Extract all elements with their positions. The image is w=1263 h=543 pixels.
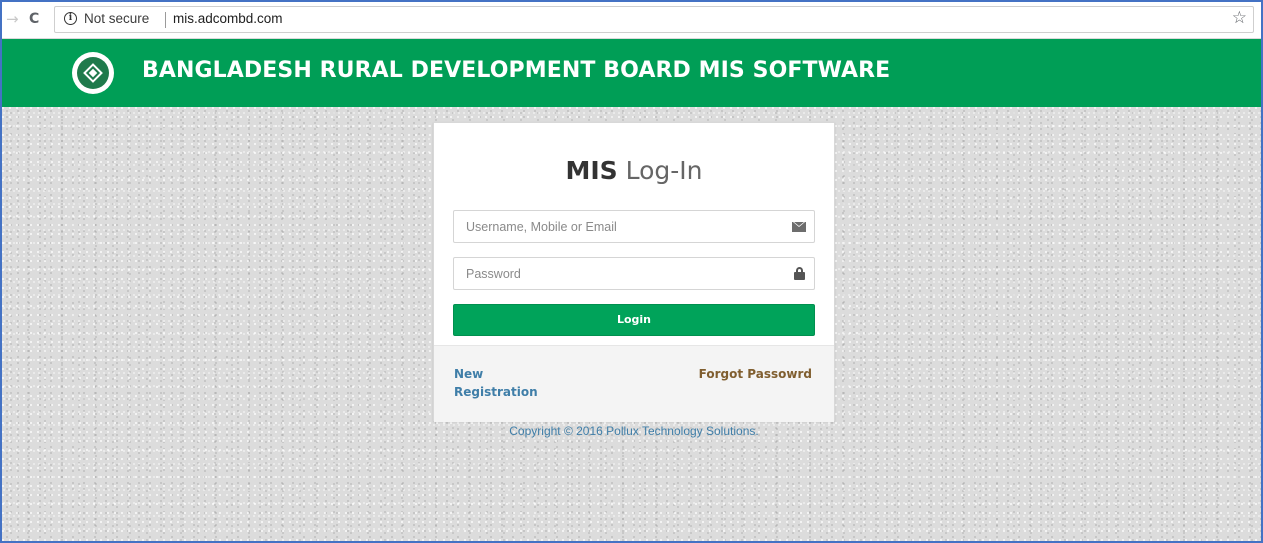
envelope-icon [792, 222, 806, 232]
site-title: BANGLADESH RURAL DEVELOPMENT BOARD MIS S… [142, 58, 891, 83]
forgot-password-link[interactable]: Forgot Passowrd [699, 365, 812, 383]
login-card-footer: New Registration Forgot Passowrd [434, 345, 834, 422]
url-box[interactable]: i Not secure mis.adcombd.com ☆ [54, 6, 1254, 33]
lock-body [794, 272, 805, 280]
login-button[interactable]: Login [453, 304, 815, 336]
login-title: MIS Log-In [434, 156, 834, 185]
login-card: MIS Log-In Login New Registration Forgot… [433, 122, 835, 422]
login-title-strong: MIS [565, 156, 618, 185]
url-text[interactable]: mis.adcombd.com [173, 11, 283, 26]
url-divider [165, 12, 166, 28]
brdb-logo [72, 52, 114, 94]
lock-icon [794, 267, 805, 280]
username-field[interactable] [453, 210, 815, 243]
reload-icon[interactable]: C [29, 10, 39, 28]
login-title-light: Log-In [625, 156, 703, 185]
new-registration-link[interactable]: New Registration [454, 365, 544, 401]
site-header: BANGLADESH RURAL DEVELOPMENT BOARD MIS S… [2, 39, 1261, 107]
logo-emblem [77, 57, 109, 89]
password-field[interactable] [453, 257, 815, 290]
copyright-text: Copyright © 2016 Pollux Technology Solut… [509, 424, 759, 438]
star-icon[interactable]: ☆ [1232, 8, 1247, 28]
info-icon[interactable]: i [64, 12, 77, 25]
username-input[interactable] [454, 211, 784, 242]
password-input[interactable] [454, 258, 784, 289]
browser-address-bar: → C i Not secure mis.adcombd.com ☆ [2, 2, 1261, 39]
forward-arrow-icon[interactable]: → [6, 10, 19, 28]
browser-window: → C i Not secure mis.adcombd.com ☆ BANGL… [0, 0, 1263, 543]
security-label[interactable]: Not secure [84, 11, 149, 26]
